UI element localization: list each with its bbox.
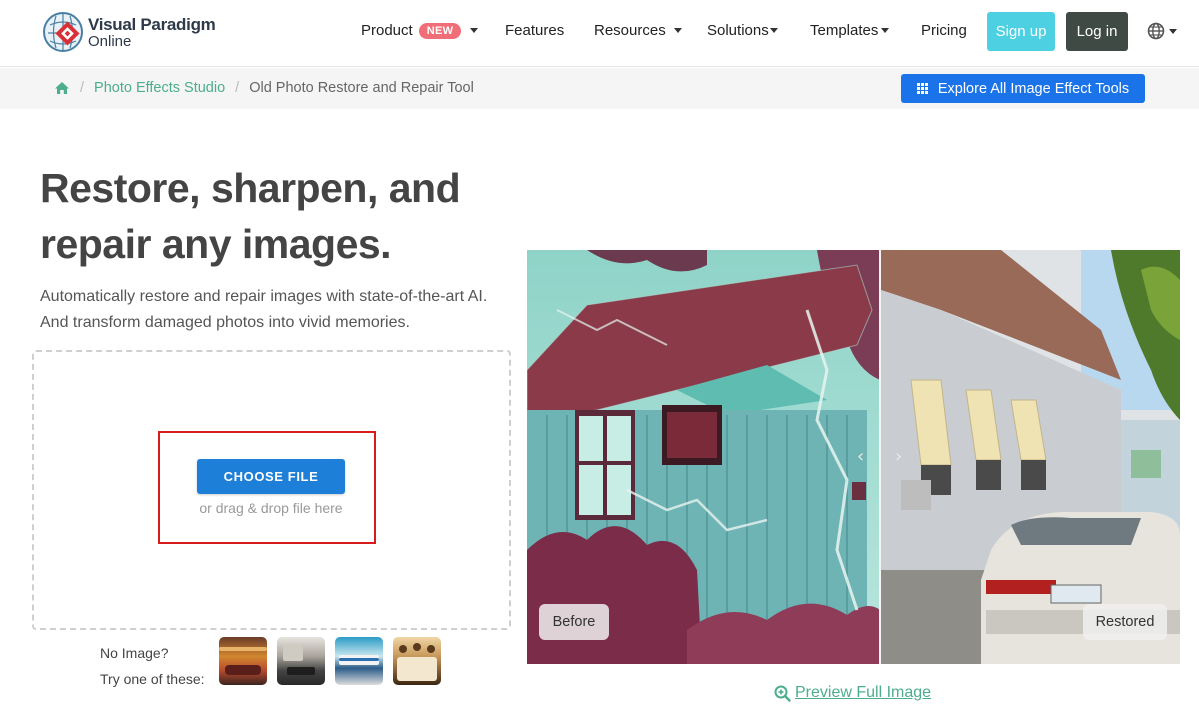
nav-item-product-label: Product bbox=[361, 22, 413, 39]
sample-prompt-line2: Try one of these: bbox=[100, 671, 205, 687]
nav-item-pricing-label: Pricing bbox=[921, 22, 967, 39]
brand-name: Visual Paradigm Online bbox=[88, 14, 216, 50]
brand-name-line1: Visual Paradigm bbox=[88, 14, 216, 34]
chevron-down-icon bbox=[470, 28, 479, 33]
sample-images-prompt: No Image? Try one of these: bbox=[100, 640, 205, 692]
breadcrumb: / Photo Effects Studio / Old Photo Resto… bbox=[54, 80, 474, 96]
explore-all-tools-label: Explore All Image Effect Tools bbox=[937, 80, 1130, 97]
home-icon[interactable] bbox=[54, 81, 70, 95]
preview-full-image-label: Preview Full Image bbox=[795, 684, 932, 701]
brand-logo[interactable]: Visual Paradigm Online bbox=[42, 10, 232, 54]
nav-item-templates-label: Templates bbox=[810, 22, 879, 39]
nav-item-solutions-label: Solutions bbox=[707, 22, 769, 39]
globe-icon bbox=[1147, 22, 1165, 40]
nav-item-solutions[interactable]: Solutions bbox=[707, 22, 778, 39]
nav-item-features[interactable]: Features bbox=[505, 22, 564, 39]
grid-icon bbox=[916, 83, 928, 94]
nav-item-resources-label: Resources bbox=[594, 22, 666, 39]
breadcrumb-photo-effects-studio[interactable]: Photo Effects Studio bbox=[94, 80, 225, 96]
chevron-left-icon[interactable]: ‹ bbox=[857, 446, 864, 467]
breadcrumb-separator: / bbox=[80, 80, 85, 96]
breadcrumb-current-page: Old Photo Restore and Repair Tool bbox=[249, 80, 474, 96]
sample-thumbnail-interior[interactable] bbox=[277, 637, 325, 685]
drag-drop-hint: or drag & drop file here bbox=[199, 500, 343, 516]
page-title: Restore, sharpen, and repair any images. bbox=[40, 160, 510, 272]
chevron-down-icon bbox=[1169, 28, 1177, 34]
explore-all-tools-button[interactable]: Explore All Image Effect Tools bbox=[901, 74, 1145, 103]
new-badge: NEW bbox=[418, 22, 462, 39]
logo-mark-icon bbox=[42, 11, 84, 53]
choose-file-button[interactable]: CHOOSE FILE bbox=[197, 459, 345, 494]
comparison-divider[interactable] bbox=[879, 250, 881, 664]
page-description: Automatically restore and repair images … bbox=[40, 288, 488, 331]
signup-button[interactable]: Sign up bbox=[987, 12, 1055, 51]
sample-thumbnail-train[interactable] bbox=[335, 637, 383, 685]
before-after-comparison[interactable]: ‹ › bbox=[527, 250, 1180, 664]
preview-full-image-link[interactable]: Preview Full Image bbox=[774, 684, 931, 702]
language-selector[interactable] bbox=[1147, 22, 1177, 40]
breadcrumb-separator: / bbox=[235, 80, 240, 96]
before-label: Before bbox=[539, 604, 609, 640]
page-title-line2: repair any images. bbox=[40, 221, 392, 267]
login-button[interactable]: Log in bbox=[1066, 12, 1128, 51]
top-navbar: Visual Paradigm Online Product NEW Featu… bbox=[0, 0, 1199, 67]
chevron-down-icon bbox=[673, 28, 682, 33]
nav-item-product[interactable]: Product NEW bbox=[361, 22, 479, 39]
sample-thumbnail-group-photo[interactable] bbox=[393, 637, 441, 685]
nav-item-resources[interactable]: Resources bbox=[594, 22, 682, 39]
chevron-down-icon bbox=[769, 28, 778, 33]
restored-image bbox=[881, 250, 1180, 664]
nav-item-features-label: Features bbox=[505, 22, 565, 39]
brand-name-line2: Online bbox=[88, 32, 132, 50]
zoom-in-icon bbox=[774, 685, 791, 702]
chevron-down-icon bbox=[881, 28, 890, 33]
sample-prompt-line1: No Image? bbox=[100, 645, 169, 661]
restored-label: Restored bbox=[1083, 604, 1167, 640]
nav-item-templates[interactable]: Templates bbox=[810, 22, 890, 39]
before-image bbox=[527, 250, 880, 664]
nav-item-pricing[interactable]: Pricing bbox=[921, 22, 967, 39]
chevron-right-icon[interactable]: › bbox=[895, 446, 902, 467]
page-title-line1: Restore, sharpen, and bbox=[40, 165, 461, 211]
sample-thumbnail-car-sunset[interactable] bbox=[219, 637, 267, 685]
